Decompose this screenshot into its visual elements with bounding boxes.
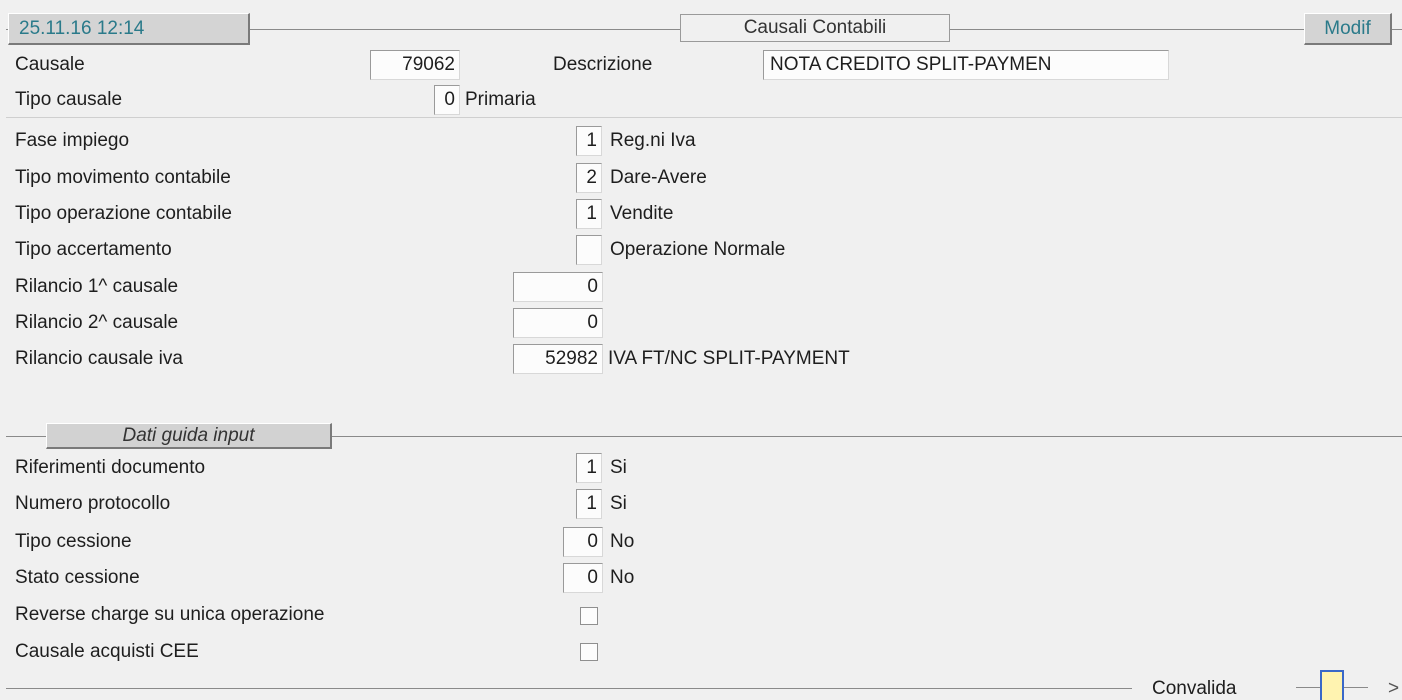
tipo-cessione-desc: No xyxy=(610,531,635,552)
riferimenti-label: Riferimenti documento xyxy=(15,457,206,478)
rilancio-1-field[interactable]: 0 xyxy=(513,272,603,302)
causale-field[interactable]: 79062 xyxy=(370,50,460,80)
riferimenti-field[interactable]: 1 xyxy=(576,453,602,483)
reverse-charge-label: Reverse charge su unica operazione xyxy=(15,604,325,625)
descrizione-field[interactable]: NOTA CREDITO SPLIT-PAYMEN xyxy=(763,50,1169,80)
convalida-button[interactable] xyxy=(1320,670,1344,700)
header-rule-mid-2 xyxy=(950,29,1304,30)
datetime-display: 25.11.16 12:14 xyxy=(8,13,250,45)
datetime-text: 25.11.16 12:14 xyxy=(19,17,145,39)
tipo-operazione-desc: Vendite xyxy=(610,203,674,224)
descrizione-label: Descrizione xyxy=(553,54,653,75)
mode-indicator[interactable]: Modif xyxy=(1304,13,1392,45)
tipo-accertamento-label: Tipo accertamento xyxy=(15,239,172,260)
acquisti-cee-checkbox[interactable] xyxy=(580,643,598,661)
mode-text: Modif xyxy=(1324,17,1371,39)
convalida-label: Convalida xyxy=(1152,678,1237,699)
tipo-operazione-label: Tipo operazione contabile xyxy=(15,203,232,224)
tipo-causale-label: Tipo causale xyxy=(15,89,123,110)
tipo-movimento-label: Tipo movimento contabile xyxy=(15,167,231,188)
fase-impiego-field[interactable]: 1 xyxy=(576,126,602,156)
rilancio-2-label: Rilancio 2^ causale xyxy=(15,312,179,333)
section-title: Dati guida input xyxy=(122,424,255,446)
fase-impiego-label: Fase impiego xyxy=(15,130,130,151)
header-rule-right xyxy=(1392,29,1402,30)
protocollo-label: Numero protocollo xyxy=(15,493,171,514)
section-rule-right xyxy=(332,436,1402,437)
reverse-charge-checkbox[interactable] xyxy=(580,607,598,625)
window-title-text: Causali Contabili xyxy=(743,17,887,38)
tipo-accertamento-desc: Operazione Normale xyxy=(610,239,786,260)
rilancio-iva-desc: IVA FT/NC SPLIT-PAYMENT xyxy=(608,348,850,369)
tipo-cessione-field[interactable]: 0 xyxy=(563,527,603,557)
rilancio-2-field[interactable]: 0 xyxy=(513,308,603,338)
tipo-movimento-desc: Dare-Avere xyxy=(610,167,707,188)
footer-rule xyxy=(6,688,1132,689)
window-title: Causali Contabili xyxy=(680,14,950,42)
acquisti-cee-label: Causale acquisti CEE xyxy=(15,641,199,662)
stato-cessione-label: Stato cessione xyxy=(15,567,140,588)
rilancio-1-label: Rilancio 1^ causale xyxy=(15,276,179,297)
tipo-causale-field[interactable]: 0 xyxy=(434,85,460,115)
tipo-causale-desc: Primaria xyxy=(465,89,536,110)
causale-label: Causale xyxy=(15,54,85,75)
tipo-movimento-field[interactable]: 2 xyxy=(576,163,602,193)
header-rule-mid-1 xyxy=(250,29,680,30)
tipo-operazione-field[interactable]: 1 xyxy=(576,199,602,229)
riferimenti-desc: Si xyxy=(610,457,627,478)
tipo-accertamento-field[interactable] xyxy=(576,235,602,265)
convalida-rule-right xyxy=(1344,687,1368,688)
next-arrow-icon[interactable]: > xyxy=(1388,677,1399,700)
top-separator xyxy=(6,117,1402,118)
rilancio-iva-field[interactable]: 52982 xyxy=(513,344,603,374)
stato-cessione-desc: No xyxy=(610,567,635,588)
fase-impiego-desc: Reg.ni Iva xyxy=(610,130,696,151)
protocollo-desc: Si xyxy=(610,493,627,514)
section-rule-left xyxy=(6,436,46,437)
protocollo-field[interactable]: 1 xyxy=(576,489,602,519)
section-header: Dati guida input xyxy=(46,423,332,449)
convalida-rule-left xyxy=(1296,687,1320,688)
rilancio-iva-label: Rilancio causale iva xyxy=(15,348,183,369)
tipo-cessione-label: Tipo cessione xyxy=(15,531,132,552)
stato-cessione-field[interactable]: 0 xyxy=(563,563,603,593)
